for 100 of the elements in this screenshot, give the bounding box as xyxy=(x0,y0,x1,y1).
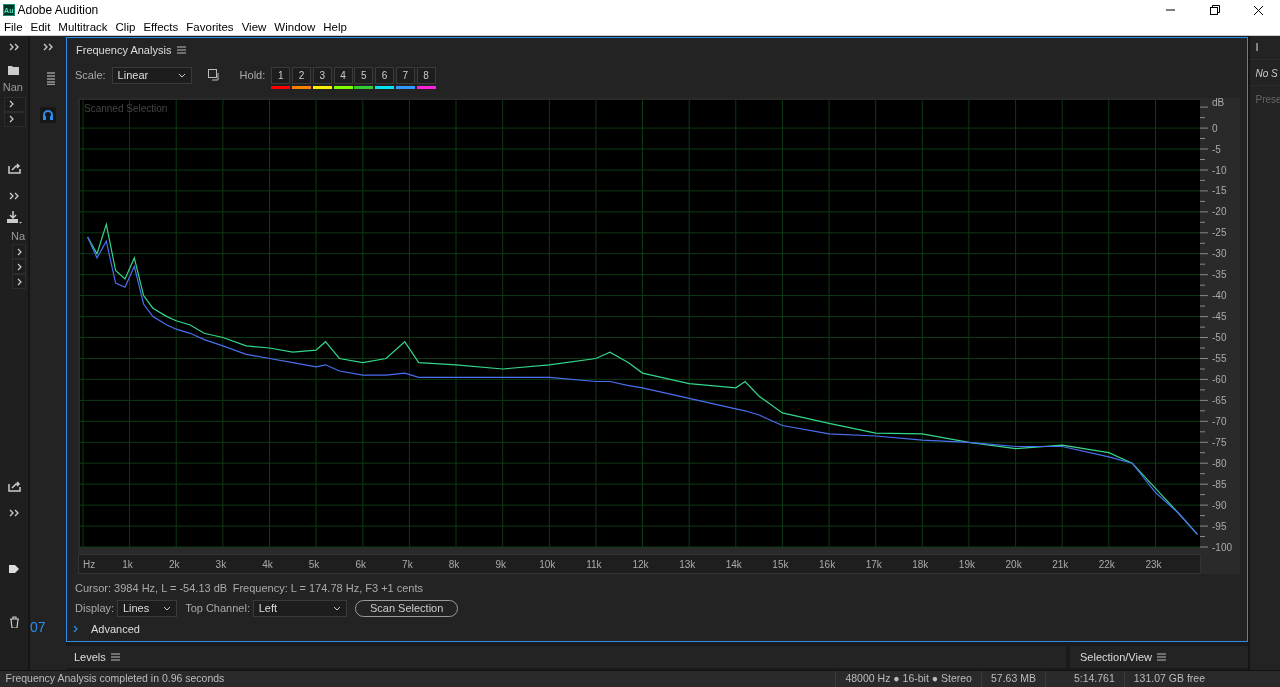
caret-icon xyxy=(162,605,171,611)
hold-button[interactable]: 7 xyxy=(395,66,415,84)
axis-label: 21k xyxy=(1052,559,1069,570)
axis-label: 5k xyxy=(308,559,320,570)
cursor-readout: Cursor: 3984 Hz, L = -54.13 dB xyxy=(75,581,228,596)
overlay-icon[interactable] xyxy=(207,69,220,81)
maximize-icon xyxy=(1208,4,1220,16)
axis-label: -95 xyxy=(1212,520,1227,532)
axis-label: -40 xyxy=(1212,290,1227,302)
axis-label: -15 xyxy=(1212,185,1227,197)
axis-label: 15k xyxy=(772,559,789,570)
export-icon[interactable] xyxy=(7,160,21,174)
menu-item[interactable]: Help xyxy=(319,20,351,35)
play-icon[interactable] xyxy=(8,564,20,574)
section-toggle[interactable]: Advanced xyxy=(91,620,140,638)
export-icon[interactable] xyxy=(7,479,21,492)
menu-icon[interactable] xyxy=(111,653,121,662)
menu-item[interactable]: Clip xyxy=(111,20,140,35)
axis-label: 11k xyxy=(586,559,602,570)
axis-label: 20k xyxy=(1005,559,1022,570)
axis-label: 22k xyxy=(1098,559,1115,570)
display-dropdown[interactable]: Lines xyxy=(116,599,177,617)
axis-label: 17k xyxy=(865,559,882,570)
field-label: Scale: xyxy=(75,67,106,83)
expand-icon[interactable] xyxy=(42,42,54,52)
hold-button[interactable]: 3 xyxy=(312,66,332,84)
menu-icon[interactable] xyxy=(176,46,186,54)
field-label: Top Channel: xyxy=(185,600,250,616)
panel-heading: Na xyxy=(10,228,26,244)
axis-label: -80 xyxy=(1212,457,1227,469)
list-row[interactable] xyxy=(12,274,26,289)
menu-item[interactable]: View xyxy=(237,20,271,35)
axis-label: -5 xyxy=(1212,143,1221,155)
axis-label: -100 xyxy=(1212,541,1232,553)
menu-item[interactable]: Window xyxy=(270,20,320,35)
expand-icon[interactable] xyxy=(8,190,20,201)
hold-button[interactable]: 5 xyxy=(354,66,374,84)
axis-label: Hz xyxy=(83,559,96,570)
caret-icon xyxy=(332,605,341,611)
axis-label: -65 xyxy=(1212,394,1227,406)
hold-button[interactable]: 2 xyxy=(292,66,311,84)
axis-label: 2k xyxy=(168,559,180,570)
axis-label: 10k xyxy=(539,559,556,570)
frequency-readout: Frequency: L = 174.78 Hz, F3 +1 cents xyxy=(232,581,424,596)
caret-icon xyxy=(177,72,186,78)
axis-label: 3k xyxy=(215,559,227,570)
axis-label: 23k xyxy=(1145,559,1162,570)
trash-icon[interactable] xyxy=(8,616,20,628)
axis-label: -30 xyxy=(1212,248,1227,260)
axis-label: 19k xyxy=(958,559,975,570)
axis-label: 13k xyxy=(679,559,696,570)
folder-icon[interactable] xyxy=(7,64,21,75)
hold-button[interactable]: 8 xyxy=(416,66,436,84)
chevron-icon[interactable] xyxy=(73,625,79,633)
axis-label: 9k xyxy=(495,559,506,570)
axis-label: 8k xyxy=(448,559,460,570)
axis-label: -90 xyxy=(1212,499,1227,511)
menu-icon[interactable] xyxy=(1157,653,1167,662)
import-icon[interactable] xyxy=(6,210,22,224)
axis-label: -20 xyxy=(1212,206,1227,218)
axis-label: 12k xyxy=(632,559,649,570)
menu-item[interactable]: Favorites xyxy=(182,20,238,35)
expand-icon[interactable] xyxy=(8,508,20,518)
list-row[interactable] xyxy=(12,244,26,259)
axis-label: -55 xyxy=(1212,353,1227,364)
axis-label: 7k xyxy=(402,559,413,570)
scan-button[interactable]: Scan Selection xyxy=(354,599,459,617)
channel-dropdown[interactable]: Left xyxy=(252,599,347,617)
field-label: Hold: xyxy=(239,67,266,83)
axis-label: 16k xyxy=(819,559,836,570)
menu-item[interactable]: File xyxy=(0,20,27,35)
menu-item[interactable]: Multitrack xyxy=(54,20,112,35)
list-row[interactable] xyxy=(12,259,26,274)
chart-title: Scanned Selection xyxy=(84,103,168,114)
hold-button[interactable]: 1 xyxy=(271,66,291,84)
menu-item[interactable]: Edit xyxy=(26,20,55,35)
panel-title[interactable]: Frequency Analysis xyxy=(76,41,172,59)
panel-title[interactable]: Levels xyxy=(74,648,106,666)
axis-label: 18k xyxy=(912,559,929,570)
headphones-icon[interactable] xyxy=(40,107,56,123)
menu-item[interactable]: Effects xyxy=(139,20,183,35)
hold-button[interactable]: 6 xyxy=(375,66,394,84)
axis-title: dB xyxy=(1212,98,1225,108)
axis-label: 0 xyxy=(1212,122,1218,134)
axis-label: -60 xyxy=(1212,373,1227,385)
scale-dropdown[interactable]: Linear xyxy=(111,66,192,84)
status-text: No S xyxy=(1250,60,1280,86)
axis-label: 6k xyxy=(355,559,367,570)
list-icon[interactable] xyxy=(47,72,55,85)
expand-icon[interactable] xyxy=(8,42,20,52)
panel-tab[interactable]: I xyxy=(1250,36,1280,60)
status-field: 57.63 MB xyxy=(980,671,1045,687)
status-field: 5:14.761 xyxy=(1044,671,1124,687)
panel-heading: Nan xyxy=(1,80,23,95)
axis-label: -10 xyxy=(1212,164,1227,176)
hold-button[interactable]: 4 xyxy=(333,66,353,84)
status-message: Frequency Analysis completed in 0.96 seconds xyxy=(4,671,225,687)
axis-label: 14k xyxy=(725,559,742,570)
field-label: Display: xyxy=(75,600,115,616)
axis-label: -75 xyxy=(1212,436,1227,448)
